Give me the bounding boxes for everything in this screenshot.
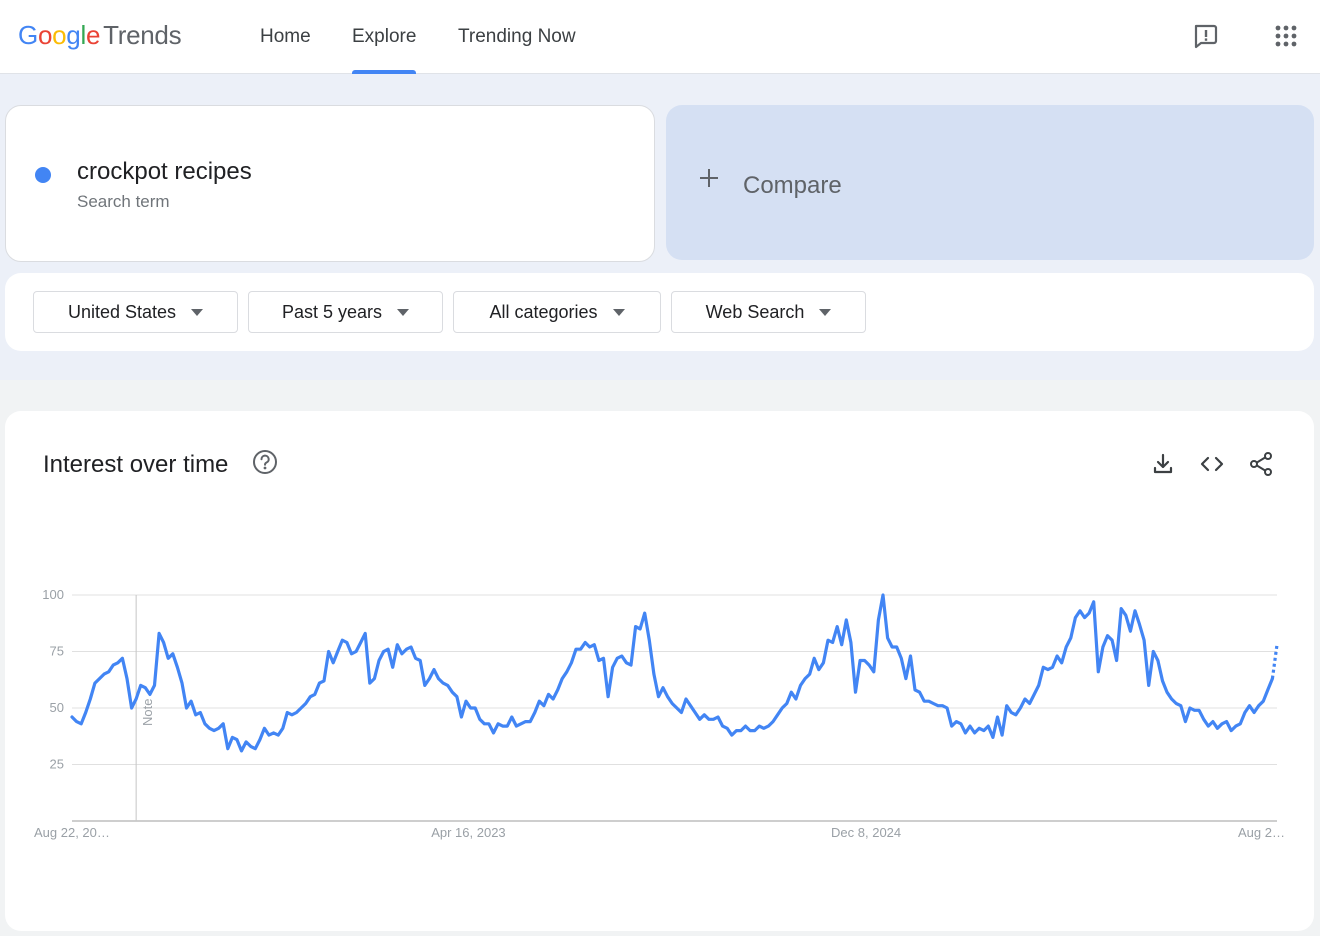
filter-location-dropdown[interactable]: United States — [33, 291, 238, 333]
search-term-type: Search term — [77, 192, 170, 211]
apps-grid-icon — [1275, 25, 1297, 47]
filter-search-type-dropdown[interactable]: Web Search — [671, 291, 866, 333]
interest-over-time-chart[interactable]: 25 50 75 100 Note Aug 22, 20… Apr 16, 2023 Dec … — [5, 411, 1314, 931]
app-header: Google Trends Home Explore Trending Now — [0, 0, 1320, 74]
term-color-dot — [35, 167, 51, 183]
x-tick-label: Aug 22, 20… — [34, 825, 110, 840]
filter-label: Web Search — [705, 301, 805, 322]
nav-tab-trending-now[interactable]: Trending Now — [458, 0, 576, 74]
logo-letter: o — [37, 20, 53, 50]
logo-letter: G — [18, 20, 38, 50]
filter-label: All categories — [489, 301, 598, 322]
y-tick-label: 75 — [50, 644, 64, 659]
y-tick-label: 50 — [50, 700, 64, 715]
apps-button[interactable] — [1268, 18, 1304, 54]
x-tick-label: Dec 8, 2024 — [831, 825, 901, 840]
nav-tab-home[interactable]: Home — [260, 0, 311, 74]
filter-label: Past 5 years — [281, 301, 383, 322]
x-tick-label: Apr 16, 2023 — [431, 825, 505, 840]
logo-letter: e — [85, 20, 101, 50]
filter-category-dropdown[interactable]: All categories — [453, 291, 661, 333]
google-trends-logo[interactable]: Google Trends — [18, 20, 182, 51]
y-tick-label: 25 — [50, 757, 64, 772]
x-tick-label: Aug 2… — [1238, 825, 1285, 840]
filter-label: United States — [67, 301, 177, 322]
filter-time-range-dropdown[interactable]: Past 5 years — [248, 291, 443, 333]
caret-down-icon — [612, 308, 625, 316]
nav-tab-explore[interactable]: Explore — [352, 0, 417, 74]
caret-down-icon — [397, 308, 410, 316]
logo-letter: g — [66, 20, 81, 50]
filter-bar: United States Past 5 years All categorie… — [5, 273, 1314, 351]
feedback-icon — [1194, 24, 1218, 49]
search-term-card[interactable]: crockpot recipes Search term — [5, 105, 655, 262]
search-term-name[interactable]: crockpot recipes — [77, 158, 252, 186]
plus-icon — [700, 169, 718, 187]
y-tick-label: 100 — [42, 587, 64, 602]
logo-letter: o — [52, 20, 67, 50]
caret-down-icon — [191, 308, 204, 316]
interest-over-time-card: Interest over time 25 50 75 100 Note Aug 22, … — [5, 411, 1314, 931]
caret-down-icon — [819, 308, 832, 316]
logo-product-name: Trends — [103, 20, 182, 50]
feedback-button[interactable] — [1186, 18, 1224, 54]
series-line-crockpot-recipes — [70, 593, 1274, 753]
series-partial-segment — [1270, 644, 1279, 679]
compare-card[interactable]: Compare — [666, 105, 1314, 260]
note-marker-label: Note — [140, 699, 155, 726]
compare-label: Compare — [743, 172, 842, 199]
